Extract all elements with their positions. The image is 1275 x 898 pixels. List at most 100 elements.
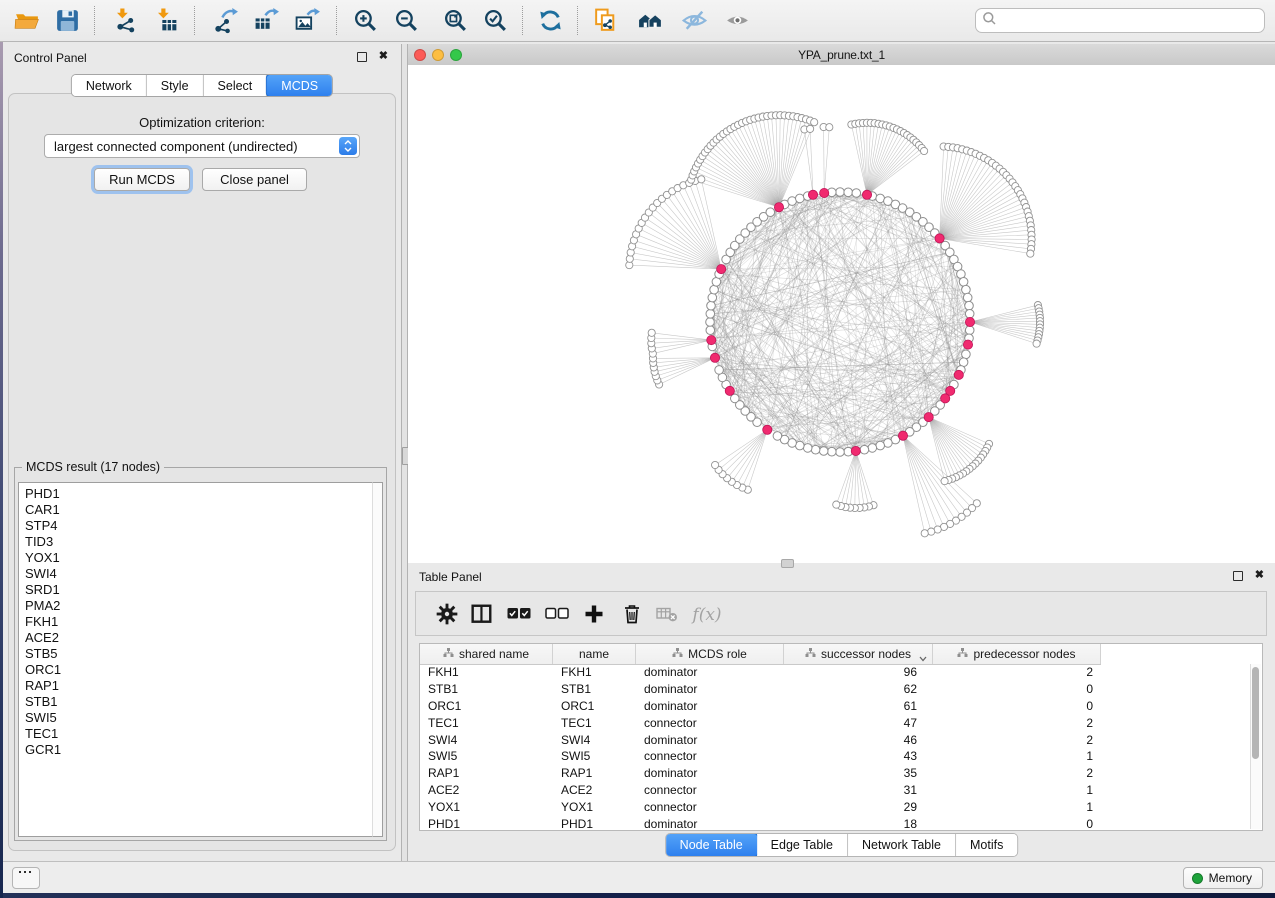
list-item[interactable]: CAR1	[19, 502, 373, 518]
tab-network[interactable]: Network	[72, 75, 147, 96]
list-icon	[19, 871, 34, 886]
result-list-scrollbar[interactable]	[372, 482, 383, 837]
tab-mcds[interactable]: MCDS	[266, 74, 333, 97]
list-item[interactable]: STB5	[19, 646, 373, 662]
hide-selected-button[interactable]	[679, 5, 711, 36]
column-header-predecessor-nodes[interactable]: predecessor nodes	[933, 644, 1101, 664]
delete-column-button[interactable]	[619, 602, 645, 628]
table-row[interactable]: SWI5SWI5connector431	[420, 748, 1251, 765]
status-bar: Memory	[3, 861, 1275, 893]
float-panel-icon[interactable]	[1233, 571, 1243, 581]
search-input[interactable]	[1001, 13, 1258, 29]
eye-icon	[724, 7, 752, 34]
list-item[interactable]: STP4	[19, 518, 373, 534]
cell-successor-nodes: 43	[784, 749, 933, 763]
chevron-down-icon[interactable]	[919, 651, 927, 665]
select-all-button[interactable]	[506, 602, 532, 628]
list-item[interactable]: GCR1	[19, 742, 373, 758]
memory-label: Memory	[1209, 871, 1252, 885]
toolbar-separator	[194, 6, 195, 35]
deselect-all-button[interactable]	[544, 602, 570, 628]
zoom-fit-button[interactable]	[440, 5, 472, 36]
column-header-successor-nodes[interactable]: successor nodes	[784, 644, 933, 664]
cell-successor-nodes: 62	[784, 682, 933, 696]
show-columns-button[interactable]	[469, 602, 495, 628]
network-canvas[interactable]	[408, 65, 1275, 563]
list-item[interactable]: STB1	[19, 694, 373, 710]
show-all-button[interactable]	[722, 5, 754, 36]
network-graph[interactable]	[408, 65, 1275, 563]
table-row[interactable]: YOX1YOX1connector291	[420, 798, 1251, 815]
cell-name: PHD1	[553, 817, 636, 830]
tab-network-table[interactable]: Network Table	[848, 834, 956, 856]
close-panel-icon[interactable]: ✖	[379, 49, 388, 63]
float-panel-icon[interactable]	[357, 52, 367, 62]
panel-splitter[interactable]	[401, 44, 408, 861]
export-network-button[interactable]	[210, 5, 242, 36]
table-row[interactable]: ACE2ACE2connector311	[420, 782, 1251, 799]
list-item[interactable]: FKH1	[19, 614, 373, 630]
duplicate-network-button[interactable]	[590, 5, 622, 36]
close-panel-button[interactable]: Close panel	[202, 168, 307, 191]
list-item[interactable]: SWI4	[19, 566, 373, 582]
list-item[interactable]: SRD1	[19, 582, 373, 598]
save-session-button[interactable]	[52, 5, 84, 36]
zoom-selected-button[interactable]	[480, 5, 512, 36]
table-row[interactable]: PHD1PHD1dominator180	[420, 815, 1251, 830]
cell-shared-name: ORC1	[420, 699, 553, 713]
memory-button[interactable]: Memory	[1183, 867, 1263, 889]
column-header-MCDS-role[interactable]: MCDS role	[636, 644, 784, 664]
import-network-button[interactable]	[110, 5, 142, 36]
list-item[interactable]: YOX1	[19, 550, 373, 566]
zoom-out-button[interactable]	[391, 5, 423, 36]
function-builder-button[interactable]: f(x)	[690, 602, 724, 628]
first-neighbors-button[interactable]	[635, 5, 667, 36]
tab-edge-table[interactable]: Edge Table	[757, 834, 848, 856]
column-header-shared-name[interactable]: shared name	[420, 644, 553, 664]
export-table-button[interactable]	[251, 5, 283, 36]
list-item[interactable]: RAP1	[19, 678, 373, 694]
table-row[interactable]: FKH1FKH1dominator962	[420, 664, 1251, 681]
table-scrollbar[interactable]	[1250, 664, 1261, 829]
table-header-row: shared namenameMCDS rolesuccessor nodesp…	[420, 644, 1101, 665]
table-row[interactable]: ORC1ORC1dominator610	[420, 698, 1251, 715]
open-session-button[interactable]	[12, 5, 44, 36]
panel-menu-button[interactable]	[12, 867, 40, 889]
delete-table-button[interactable]	[654, 602, 680, 628]
cell-successor-nodes: 29	[784, 800, 933, 814]
list-item[interactable]: ORC1	[19, 662, 373, 678]
table-row[interactable]: RAP1RAP1dominator352	[420, 765, 1251, 782]
column-header-name[interactable]: name	[553, 644, 636, 664]
tab-style[interactable]: Style	[147, 75, 204, 96]
cell-predecessor-nodes: 2	[933, 766, 1101, 780]
mcds-result-groupbox: MCDS result (17 nodes) PHD1CAR1STP4TID3Y…	[14, 467, 387, 841]
apply-layout-button[interactable]	[535, 5, 567, 36]
tab-motifs[interactable]: Motifs	[956, 834, 1017, 856]
cell-predecessor-nodes: 0	[933, 699, 1101, 713]
optimization-select[interactable]: largest connected component (undirected)	[44, 134, 360, 158]
scrollbar-thumb[interactable]	[1252, 667, 1259, 759]
list-item[interactable]: TEC1	[19, 726, 373, 742]
mcds-result-list[interactable]: PHD1CAR1STP4TID3YOX1SWI4SRD1PMA2FKH1ACE2…	[18, 482, 374, 837]
table-row[interactable]: TEC1TEC1connector472	[420, 714, 1251, 731]
list-item[interactable]: ACE2	[19, 630, 373, 646]
export-network-icon	[212, 7, 240, 34]
tab-node-table[interactable]: Node Table	[665, 833, 758, 857]
close-panel-icon[interactable]: ✖	[1255, 568, 1264, 582]
table-tabs: Node TableEdge TableNetwork TableMotifs	[665, 833, 1019, 857]
add-column-button[interactable]	[581, 602, 607, 628]
export-image-button[interactable]	[292, 5, 324, 36]
network-title: YPA_prune.txt_1	[408, 48, 1275, 62]
list-item[interactable]: TID3	[19, 534, 373, 550]
list-item[interactable]: PHD1	[19, 486, 373, 502]
table-row[interactable]: SWI4SWI4dominator462	[420, 731, 1251, 748]
import-table-button[interactable]	[151, 5, 183, 36]
zoom-in-button[interactable]	[350, 5, 382, 36]
cell-name: SWI5	[553, 749, 636, 763]
table-settings-button[interactable]	[434, 602, 460, 628]
list-item[interactable]: SWI5	[19, 710, 373, 726]
list-item[interactable]: PMA2	[19, 598, 373, 614]
tab-select[interactable]: Select	[204, 75, 268, 96]
run-mcds-button[interactable]: Run MCDS	[94, 168, 190, 191]
table-row[interactable]: STB1STB1dominator620	[420, 681, 1251, 698]
